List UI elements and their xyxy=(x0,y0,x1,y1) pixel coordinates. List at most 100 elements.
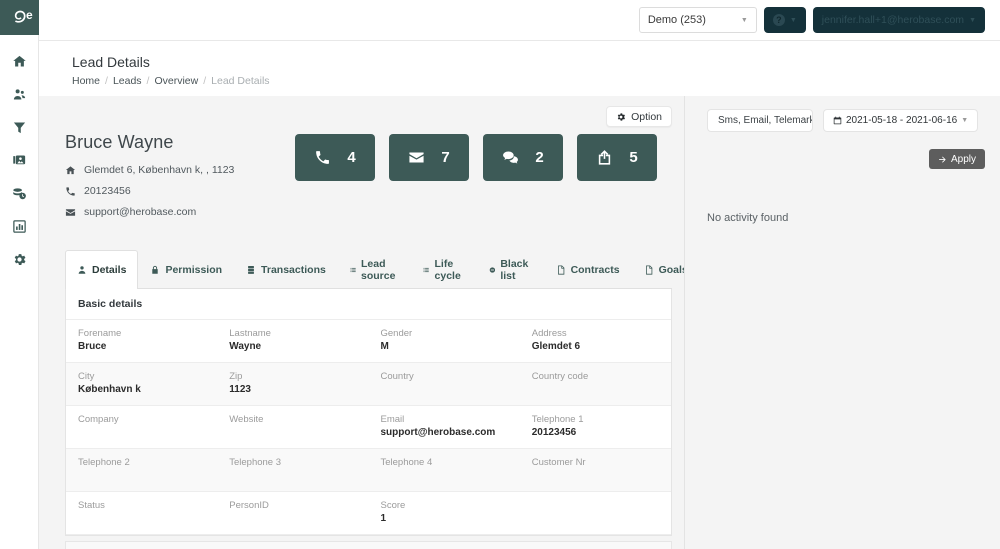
field-email: Email support@herobase.com xyxy=(369,406,520,448)
file-icon xyxy=(645,265,652,275)
field-key: Gender xyxy=(380,328,413,339)
stat-card-calls[interactable]: 4 xyxy=(295,134,375,181)
tab-lead-source[interactable]: Lead source xyxy=(338,250,411,289)
page-title: Lead Details xyxy=(72,54,150,70)
finance-icon xyxy=(13,188,26,200)
field-value: Bruce xyxy=(78,341,107,352)
lead-email: support@herobase.com xyxy=(84,206,197,218)
stat-value: 7 xyxy=(441,149,450,166)
field-key: Address xyxy=(531,328,567,339)
lock-icon xyxy=(152,265,159,274)
tab-transactions[interactable]: Transactions xyxy=(234,250,338,289)
field-key: Website xyxy=(229,414,264,425)
section-title: Basic details xyxy=(66,289,671,320)
calendar-icon xyxy=(833,116,842,125)
option-button[interactable]: Option xyxy=(606,106,672,127)
tab-details[interactable]: Details xyxy=(65,250,139,289)
list-icon xyxy=(350,267,356,273)
lead-phone: 20123456 xyxy=(84,185,131,197)
sidebar-item-settings[interactable] xyxy=(0,243,39,276)
field-city: City København k xyxy=(66,363,217,405)
sidebar-item-home[interactable] xyxy=(0,45,39,78)
tab-life-cycle[interactable]: Life cycle xyxy=(411,250,476,289)
section-contact-person-2[interactable]: Contact person 2 xyxy=(65,541,672,549)
stat-card-comments[interactable]: 2 xyxy=(483,134,563,181)
table-row: Forename Bruce Lastname Wayne Gender M Addr… xyxy=(66,320,671,363)
stat-card-shares[interactable]: 5 xyxy=(577,134,657,181)
stat-value: 2 xyxy=(535,149,544,166)
lead-email-row: support@herobase.com xyxy=(65,206,295,218)
org-select[interactable]: Demo (253) ▼ xyxy=(638,7,757,33)
tab-black-list[interactable]: Black list xyxy=(477,250,544,289)
arrow-right-icon xyxy=(939,156,946,163)
logo-text: e xyxy=(26,8,33,22)
field-key: Lastname xyxy=(229,328,271,339)
sidebar-items xyxy=(0,35,38,276)
field-key: Zip xyxy=(229,371,243,382)
home-icon xyxy=(13,55,26,67)
activity-empty-message: No activity found xyxy=(707,212,789,224)
help-icon: ? xyxy=(772,14,785,26)
table-row: Company Website Email support@herobase.co… xyxy=(66,406,671,449)
apply-button[interactable]: Apply xyxy=(928,149,985,169)
field-value xyxy=(229,513,356,525)
breadcrumb-separator: / xyxy=(105,75,108,87)
lead-address: Glemdet 6, København k, , 1123 xyxy=(84,164,235,176)
field-key: Telephone 3 xyxy=(229,457,282,468)
tab-permission[interactable]: Permission xyxy=(138,250,234,289)
table-row: City København k Zip 1123 Country Country … xyxy=(66,363,671,406)
option-row: Option xyxy=(39,106,684,127)
tab-label: Contracts xyxy=(570,264,620,276)
stat-value: 5 xyxy=(629,149,638,166)
sidebar-item-reports[interactable] xyxy=(0,210,39,243)
field-zip: Zip 1123 xyxy=(217,363,368,405)
user-menu-button[interactable]: jennifer.hall+1@herobase.com ▼ xyxy=(812,7,985,33)
field-value xyxy=(532,470,659,482)
reports-icon xyxy=(13,220,26,233)
field-value xyxy=(381,384,508,396)
breadcrumb-separator: / xyxy=(203,75,207,87)
lead-tabs: Details Permission Transactions Lead sou… xyxy=(65,250,684,289)
field-country: Country xyxy=(369,363,520,405)
field-website: Website xyxy=(217,406,368,448)
lead-contact-info: Bruce Wayne Glemdet 6, København k, , 11… xyxy=(65,132,295,227)
field-key: Country xyxy=(380,371,414,382)
field-key: Telephone 4 xyxy=(380,457,433,468)
tab-label: Black list xyxy=(500,258,529,282)
tab-contracts[interactable]: Contracts xyxy=(544,250,632,289)
breadcrumb-current: Lead Details xyxy=(211,75,270,87)
app-logo[interactable]: e xyxy=(0,0,39,35)
field-value xyxy=(532,384,659,396)
sidebar-item-users[interactable] xyxy=(0,78,39,111)
field-value: København k xyxy=(78,384,141,395)
chevron-down-icon: ▼ xyxy=(740,16,748,24)
help-button[interactable]: ? ▼ xyxy=(763,7,806,33)
chevron-down-icon: ▼ xyxy=(969,16,976,24)
sidebar-item-filter[interactable] xyxy=(0,111,39,144)
tab-goals[interactable]: Goals xyxy=(632,250,684,289)
field-key: PersonID xyxy=(229,500,269,511)
sidebar-item-finance[interactable] xyxy=(0,177,39,210)
breadcrumb: Home / Leads / Overview / Lead Details xyxy=(72,75,1000,87)
breadcrumb-separator: / xyxy=(146,75,150,87)
field-lastname: Lastname Wayne xyxy=(217,320,368,362)
main-area: Demo (253) ▼ ? ▼ jennifer.hall+1@herobas… xyxy=(39,0,1000,549)
lead-phone-row: 20123456 xyxy=(65,185,295,197)
date-range-picker[interactable]: 2021-05-18 - 2021-06-16 ▼ xyxy=(823,109,979,132)
activity-filters: Sms, Email, Telemarket 2021-05-18 - 2021… xyxy=(707,109,985,132)
topbar: Demo (253) ▼ ? ▼ jennifer.hall+1@herobas… xyxy=(39,0,1000,41)
envelope-icon xyxy=(65,208,76,216)
breadcrumb-overview[interactable]: Overview xyxy=(154,75,198,87)
share-icon xyxy=(599,150,611,165)
breadcrumb-home[interactable]: Home xyxy=(72,75,100,87)
org-select-value: Demo (253) xyxy=(647,14,706,26)
ban-icon xyxy=(489,267,495,273)
breadcrumb-leads[interactable]: Leads xyxy=(113,75,142,87)
stat-card-emails[interactable]: 7 xyxy=(389,134,469,181)
tab-label: Permission xyxy=(165,264,223,276)
field-value xyxy=(532,502,659,514)
sidebar-item-campaign[interactable] xyxy=(0,144,39,177)
gear-icon xyxy=(617,112,626,121)
filter-icon xyxy=(13,122,26,134)
channel-filter-select[interactable]: Sms, Email, Telemarket xyxy=(707,109,813,132)
